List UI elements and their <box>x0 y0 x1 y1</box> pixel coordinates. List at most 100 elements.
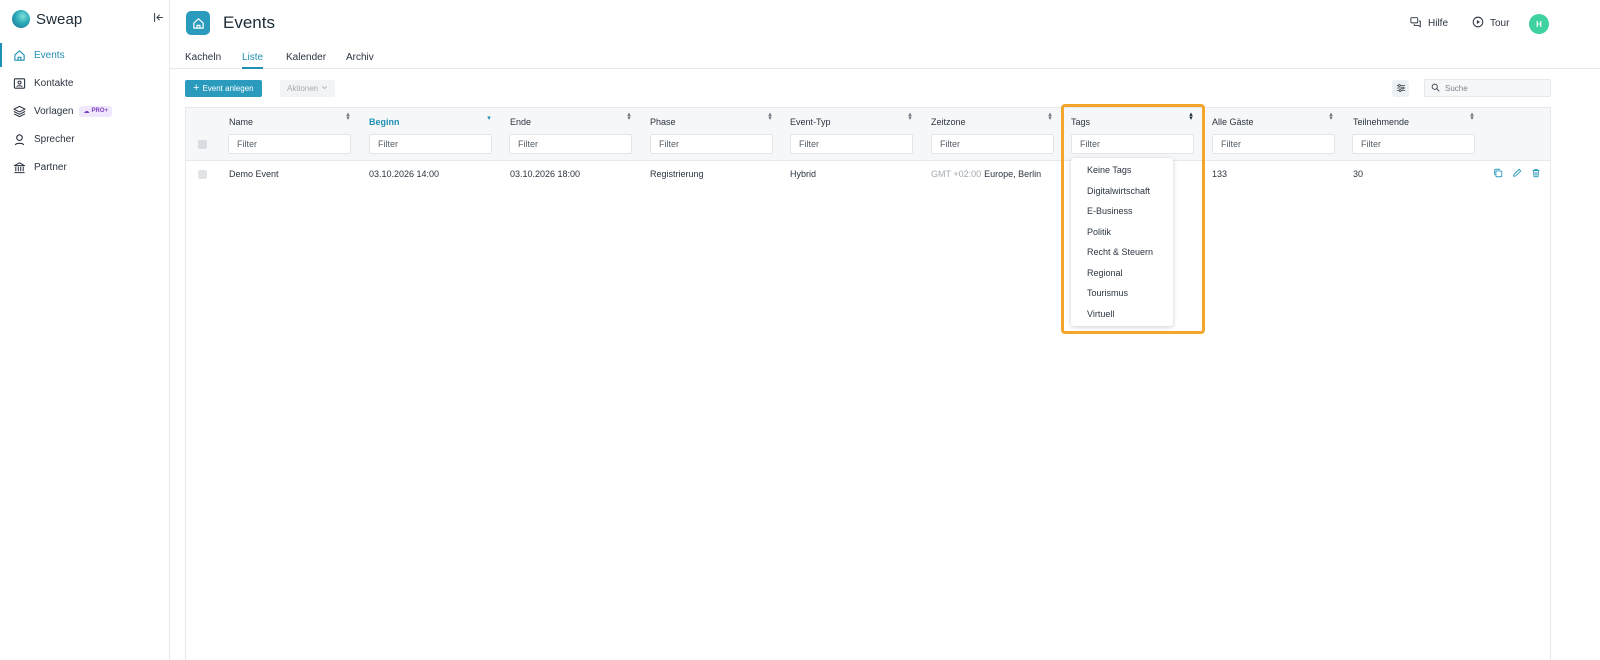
column-header-beginn[interactable]: Beginn <box>369 117 400 127</box>
column-header-teilnehmende[interactable]: Teilnehmende <box>1353 117 1409 127</box>
row-actions <box>1492 167 1542 179</box>
sort-desc-icon[interactable]: ▾ <box>485 115 493 122</box>
cell-phase: Registrierung <box>650 169 704 179</box>
tab-kacheln[interactable]: Kacheln <box>185 52 221 69</box>
sidebar-item-label: Partner <box>34 161 67 173</box>
cell-beginn: 03.10.2026 14:00 <box>369 169 440 179</box>
sidebar-item-vorlagen[interactable]: Vorlagen ☁ PRO+ <box>0 97 169 125</box>
home-icon[interactable] <box>186 11 210 35</box>
tag-option[interactable]: Regional <box>1071 263 1173 284</box>
filter-input-phase[interactable] <box>650 134 773 154</box>
filter-input-beginn[interactable] <box>369 134 492 154</box>
table-row[interactable]: Demo Event 03.10.2026 14:00 03.10.2026 1… <box>186 162 1550 186</box>
actions-button[interactable]: Aktionen <box>280 80 336 97</box>
logo[interactable]: Sweap <box>12 8 82 30</box>
layers-icon <box>12 104 26 118</box>
help-label: Hilfe <box>1428 18 1449 29</box>
sidebar-item-sprecher[interactable]: Sprecher <box>0 125 169 153</box>
create-event-button[interactable]: + Event anlegen <box>185 80 262 97</box>
chat-help-icon <box>1410 16 1422 31</box>
sort-icon[interactable]: ▴ ▾ <box>1046 111 1054 122</box>
tag-option[interactable]: Virtuell <box>1071 304 1173 325</box>
tags-filter-dropdown: Keine Tags Digitalwirtschaft E-Business … <box>1071 158 1173 326</box>
tag-option[interactable]: Politik <box>1071 222 1173 243</box>
filter-input-alle-gaeste[interactable] <box>1212 134 1335 154</box>
filter-input-name[interactable] <box>228 134 351 154</box>
search-input[interactable] <box>1445 83 1545 93</box>
search-icon <box>1431 79 1440 97</box>
tour-label: Tour <box>1490 18 1510 29</box>
create-event-label: Event anlegen <box>202 84 254 93</box>
cell-alle-gaeste: 133 <box>1212 169 1228 179</box>
contacts-icon <box>12 76 26 90</box>
cell-event-typ: Hybrid <box>790 169 817 179</box>
sidebar-nav: Events Kontakte Vorlagen ☁ PRO+ Sprecher… <box>0 41 169 181</box>
sidebar-item-events[interactable]: Events <box>0 41 169 69</box>
column-header-phase[interactable]: Phase <box>650 117 676 127</box>
trash-icon[interactable] <box>1530 167 1542 179</box>
sidebar-item-label: Vorlagen <box>34 105 74 117</box>
collapse-sidebar-icon[interactable] <box>150 9 166 25</box>
tab-archiv[interactable]: Archiv <box>346 52 374 69</box>
tour-button[interactable]: Tour <box>1472 16 1509 31</box>
tag-option[interactable]: Digitalwirtschaft <box>1071 181 1173 202</box>
page-title: Events <box>223 13 275 32</box>
sidebar-item-kontakte[interactable]: Kontakte <box>0 69 169 97</box>
tab-liste[interactable]: Liste <box>242 52 264 69</box>
home-icon <box>12 48 26 62</box>
tab-kalender[interactable]: Kalender <box>286 52 326 69</box>
select-all-checkbox[interactable] <box>198 140 207 149</box>
column-header-zeitzone[interactable]: Zeitzone <box>931 117 966 127</box>
column-header-ende[interactable]: Ende <box>510 117 531 127</box>
filter-input-event-typ[interactable] <box>790 134 913 154</box>
sidebar: Sweap Events Kontakte Vorlagen ☁ PRO+ Sp… <box>0 0 170 660</box>
timezone-offset: GMT +02:00 <box>931 169 982 179</box>
row-checkbox[interactable] <box>198 170 207 179</box>
chevron-down-icon <box>321 84 328 93</box>
pro-badge: ☁ PRO+ <box>79 105 112 117</box>
sort-icon[interactable]: ▴ ▾ <box>766 111 774 122</box>
avatar[interactable]: H <box>1529 14 1549 34</box>
tag-option[interactable]: Tourismus <box>1071 283 1173 304</box>
tag-option[interactable]: E-Business <box>1071 201 1173 222</box>
filter-input-ende[interactable] <box>509 134 632 154</box>
sort-icon[interactable]: ▴ ▾ <box>625 111 633 122</box>
sort-icon[interactable]: ▴ ▾ <box>1468 111 1476 122</box>
logo-mark <box>12 10 30 28</box>
cell-ende: 03.10.2026 18:00 <box>510 169 581 179</box>
sliders-icon <box>1396 80 1406 98</box>
column-header-name[interactable]: Name <box>229 117 253 127</box>
page-header: Events Hilfe Tour H <box>170 0 1600 46</box>
filter-input-zeitzone[interactable] <box>931 134 1054 154</box>
cell-name[interactable]: Demo Event <box>229 169 279 179</box>
logo-text: Sweap <box>36 10 83 28</box>
app-window: Sweap Events Kontakte Vorlagen ☁ PRO+ Sp… <box>0 0 1600 660</box>
tag-option[interactable]: Keine Tags <box>1071 160 1173 181</box>
sort-icon[interactable]: ▴ ▾ <box>344 111 352 122</box>
column-header-alle-gaeste[interactable]: Alle Gäste <box>1212 117 1254 127</box>
column-header-tags[interactable]: Tags <box>1071 117 1090 127</box>
cell-zeitzone: GMT +02:00 Europe, Berlin <box>931 169 1041 179</box>
column-settings-button[interactable] <box>1392 80 1409 97</box>
tag-option[interactable]: Recht & Steuern <box>1071 242 1173 263</box>
play-circle-icon <box>1472 16 1484 31</box>
sort-icon[interactable]: ▴ ▾ <box>1327 111 1335 122</box>
sort-icon[interactable]: ▴ ▾ <box>906 111 914 122</box>
bank-icon <box>12 160 26 174</box>
filter-input-tags[interactable] <box>1071 134 1194 154</box>
view-tabs: Kacheln Liste Kalender Archiv <box>170 46 1600 69</box>
sidebar-item-partner[interactable]: Partner <box>0 153 169 181</box>
filter-input-teilnehmende[interactable] <box>1352 134 1475 154</box>
edit-icon[interactable] <box>1511 167 1523 179</box>
sidebar-item-label: Kontakte <box>34 77 74 89</box>
column-header-event-typ[interactable]: Event-Typ <box>790 117 831 127</box>
plus-icon: + <box>193 82 200 94</box>
search-box <box>1424 79 1551 97</box>
speaker-icon <box>12 132 26 146</box>
timezone-name: Europe, Berlin <box>984 169 1042 179</box>
events-table: Name ▴▾ Beginn ▾ Ende ▴▾ Phase ▴▾ Event-… <box>185 107 1551 660</box>
actions-label: Aktionen <box>287 84 319 93</box>
help-button[interactable]: Hilfe <box>1410 16 1448 31</box>
sort-icon[interactable]: ▴ ▾ <box>1187 111 1195 122</box>
copy-icon[interactable] <box>1492 167 1504 179</box>
